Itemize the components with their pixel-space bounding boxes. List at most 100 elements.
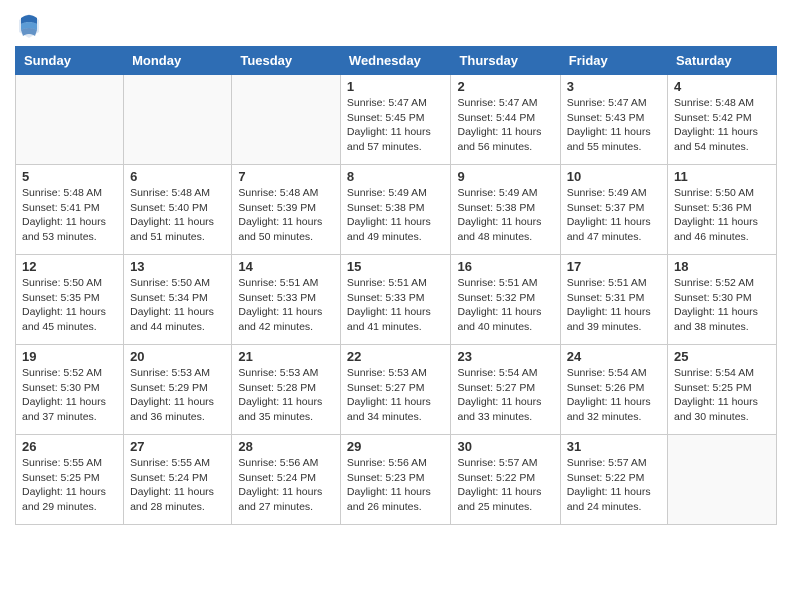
day-number: 9 — [457, 169, 553, 184]
day-number: 2 — [457, 79, 553, 94]
day-info: Sunrise: 5:52 AMSunset: 5:30 PMDaylight:… — [22, 366, 117, 425]
calendar-cell: 30 Sunrise: 5:57 AMSunset: 5:22 PMDayligh… — [451, 435, 560, 525]
day-number: 19 — [22, 349, 117, 364]
weekday-header: Thursday — [451, 47, 560, 75]
calendar-cell: 25 Sunrise: 5:54 AMSunset: 5:25 PMDayligh… — [668, 345, 777, 435]
weekday-header: Sunday — [16, 47, 124, 75]
day-number: 1 — [347, 79, 445, 94]
day-number: 21 — [238, 349, 334, 364]
week-row: 12 Sunrise: 5:50 AMSunset: 5:35 PMDayligh… — [16, 255, 777, 345]
calendar-cell: 23Sunrise: 5:54 AMSunset: 5:27 PMDayligh… — [451, 345, 560, 435]
day-number: 14 — [238, 259, 334, 274]
calendar-cell: 16 Sunrise: 5:51 AMSunset: 5:32 PMDayligh… — [451, 255, 560, 345]
weekday-header: Friday — [560, 47, 667, 75]
day-info: Sunrise: 5:50 AMSunset: 5:36 PMDaylight:… — [674, 186, 770, 245]
weekday-header: Saturday — [668, 47, 777, 75]
calendar-cell: 7 Sunrise: 5:48 AMSunset: 5:39 PMDaylight… — [232, 165, 341, 255]
day-info: Sunrise: 5:47 AMSunset: 5:44 PMDaylight:… — [457, 96, 553, 155]
calendar-cell — [232, 75, 341, 165]
day-number: 5 — [22, 169, 117, 184]
day-number: 31 — [567, 439, 661, 454]
header — [15, 10, 777, 38]
day-number: 16 — [457, 259, 553, 274]
calendar-cell: 13 Sunrise: 5:50 AMSunset: 5:34 PMDayligh… — [124, 255, 232, 345]
day-info: Sunrise: 5:48 AMSunset: 5:42 PMDaylight:… — [674, 96, 770, 155]
day-number: 13 — [130, 259, 225, 274]
calendar-cell: 6Sunrise: 5:48 AMSunset: 5:40 PMDaylight… — [124, 165, 232, 255]
logo — [15, 10, 47, 38]
day-info: Sunrise: 5:51 AMSunset: 5:31 PMDaylight:… — [567, 276, 661, 335]
day-number: 12 — [22, 259, 117, 274]
day-info: Sunrise: 5:49 AMSunset: 5:37 PMDaylight:… — [567, 186, 661, 245]
day-info: Sunrise: 5:53 AMSunset: 5:28 PMDaylight:… — [238, 366, 334, 425]
day-info: Sunrise: 5:51 AMSunset: 5:32 PMDaylight:… — [457, 276, 553, 335]
calendar-cell: 18 Sunrise: 5:52 AMSunset: 5:30 PMDayligh… — [668, 255, 777, 345]
calendar-cell: 27 Sunrise: 5:55 AMSunset: 5:24 PMDayligh… — [124, 435, 232, 525]
day-info: Sunrise: 5:48 AMSunset: 5:41 PMDaylight:… — [22, 186, 117, 245]
calendar: SundayMondayTuesdayWednesdayThursdayFrid… — [15, 46, 777, 525]
day-info: Sunrise: 5:53 AMSunset: 5:29 PMDaylight:… — [130, 366, 225, 425]
weekday-header: Monday — [124, 47, 232, 75]
day-number: 26 — [22, 439, 117, 454]
day-number: 27 — [130, 439, 225, 454]
calendar-cell: 20 Sunrise: 5:53 AMSunset: 5:29 PMDayligh… — [124, 345, 232, 435]
calendar-cell: 8 Sunrise: 5:49 AMSunset: 5:38 PMDaylight… — [340, 165, 451, 255]
calendar-cell: 4 Sunrise: 5:48 AMSunset: 5:42 PMDaylight… — [668, 75, 777, 165]
day-number: 20 — [130, 349, 225, 364]
calendar-cell: 10Sunrise: 5:49 AMSunset: 5:37 PMDayligh… — [560, 165, 667, 255]
calendar-cell: 19 Sunrise: 5:52 AMSunset: 5:30 PMDayligh… — [16, 345, 124, 435]
day-info: Sunrise: 5:50 AMSunset: 5:35 PMDaylight:… — [22, 276, 117, 335]
day-info: Sunrise: 5:56 AMSunset: 5:23 PMDaylight:… — [347, 456, 445, 515]
day-info: Sunrise: 5:50 AMSunset: 5:34 PMDaylight:… — [130, 276, 225, 335]
day-number: 18 — [674, 259, 770, 274]
calendar-cell: 24 Sunrise: 5:54 AMSunset: 5:26 PMDayligh… — [560, 345, 667, 435]
weekday-header-row: SundayMondayTuesdayWednesdayThursdayFrid… — [16, 47, 777, 75]
day-info: Sunrise: 5:49 AMSunset: 5:38 PMDaylight:… — [347, 186, 445, 245]
week-row: 1 Sunrise: 5:47 AMSunset: 5:45 PMDaylight… — [16, 75, 777, 165]
day-info: Sunrise: 5:47 AMSunset: 5:45 PMDaylight:… — [347, 96, 445, 155]
calendar-cell: 11 Sunrise: 5:50 AMSunset: 5:36 PMDayligh… — [668, 165, 777, 255]
calendar-cell: 3 Sunrise: 5:47 AMSunset: 5:43 PMDaylight… — [560, 75, 667, 165]
day-info: Sunrise: 5:56 AMSunset: 5:24 PMDaylight:… — [238, 456, 334, 515]
day-info: Sunrise: 5:47 AMSunset: 5:43 PMDaylight:… — [567, 96, 661, 155]
day-info: Sunrise: 5:52 AMSunset: 5:30 PMDaylight:… — [674, 276, 770, 335]
day-info: Sunrise: 5:54 AMSunset: 5:27 PMDaylight:… — [457, 366, 553, 425]
day-number: 25 — [674, 349, 770, 364]
day-number: 4 — [674, 79, 770, 94]
calendar-cell: 22 Sunrise: 5:53 AMSunset: 5:27 PMDayligh… — [340, 345, 451, 435]
day-number: 22 — [347, 349, 445, 364]
day-info: Sunrise: 5:55 AMSunset: 5:24 PMDaylight:… — [130, 456, 225, 515]
logo-icon — [15, 10, 43, 38]
day-number: 28 — [238, 439, 334, 454]
day-info: Sunrise: 5:54 AMSunset: 5:25 PMDaylight:… — [674, 366, 770, 425]
calendar-cell: 9Sunrise: 5:49 AMSunset: 5:38 PMDaylight… — [451, 165, 560, 255]
day-info: Sunrise: 5:48 AMSunset: 5:40 PMDaylight:… — [130, 186, 225, 245]
calendar-cell: 28 Sunrise: 5:56 AMSunset: 5:24 PMDayligh… — [232, 435, 341, 525]
calendar-cell: 5 Sunrise: 5:48 AMSunset: 5:41 PMDaylight… — [16, 165, 124, 255]
calendar-cell: 29 Sunrise: 5:56 AMSunset: 5:23 PMDayligh… — [340, 435, 451, 525]
day-number: 7 — [238, 169, 334, 184]
day-info: Sunrise: 5:55 AMSunset: 5:25 PMDaylight:… — [22, 456, 117, 515]
weekday-header: Tuesday — [232, 47, 341, 75]
day-number: 3 — [567, 79, 661, 94]
day-info: Sunrise: 5:54 AMSunset: 5:26 PMDaylight:… — [567, 366, 661, 425]
page: SundayMondayTuesdayWednesdayThursdayFrid… — [0, 0, 792, 612]
calendar-cell — [16, 75, 124, 165]
day-number: 29 — [347, 439, 445, 454]
weekday-header: Wednesday — [340, 47, 451, 75]
calendar-cell: 15Sunrise: 5:51 AMSunset: 5:33 PMDayligh… — [340, 255, 451, 345]
day-info: Sunrise: 5:57 AMSunset: 5:22 PMDaylight:… — [457, 456, 553, 515]
day-info: Sunrise: 5:51 AMSunset: 5:33 PMDaylight:… — [347, 276, 445, 335]
calendar-cell: 1 Sunrise: 5:47 AMSunset: 5:45 PMDaylight… — [340, 75, 451, 165]
day-number: 24 — [567, 349, 661, 364]
calendar-cell: 17 Sunrise: 5:51 AMSunset: 5:31 PMDayligh… — [560, 255, 667, 345]
day-number: 11 — [674, 169, 770, 184]
day-number: 30 — [457, 439, 553, 454]
day-info: Sunrise: 5:53 AMSunset: 5:27 PMDaylight:… — [347, 366, 445, 425]
calendar-cell: 14Sunrise: 5:51 AMSunset: 5:33 PMDayligh… — [232, 255, 341, 345]
day-info: Sunrise: 5:48 AMSunset: 5:39 PMDaylight:… — [238, 186, 334, 245]
day-number: 17 — [567, 259, 661, 274]
calendar-cell: 31Sunrise: 5:57 AMSunset: 5:22 PMDayligh… — [560, 435, 667, 525]
calendar-cell — [124, 75, 232, 165]
day-number: 8 — [347, 169, 445, 184]
